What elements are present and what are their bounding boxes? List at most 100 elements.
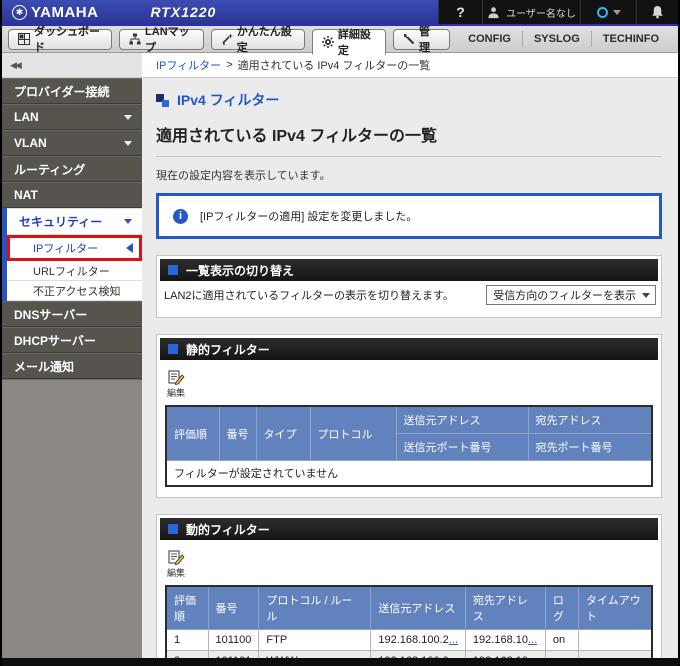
model-name: RTX1220 — [150, 4, 217, 20]
sidebar-item-dhcp-server[interactable]: DHCPサーバー — [2, 327, 142, 353]
table-row: 2 101101 WWW 192.168.100.0... 192.168.10… — [165, 650, 653, 658]
detailed-settings-label: 詳細設定 — [337, 29, 371, 57]
selected-item-pointer-icon — [126, 243, 133, 253]
dst-addr-text: 192.168.10 — [472, 634, 528, 646]
notice-text: [IPフィルターの適用] 設定を変更しました。 — [200, 211, 418, 223]
lan-map-button[interactable]: LANマップ — [119, 26, 204, 54]
notifications-button[interactable] — [636, 0, 678, 24]
chevron-down-icon — [612, 9, 621, 15]
static-filter-header: 静的フィルター — [160, 338, 658, 360]
cell-order: 2 — [165, 650, 209, 658]
user-menu[interactable]: ユーザー名なし — [482, 0, 580, 24]
dashboard-button[interactable]: ダッシュボード — [8, 26, 113, 54]
sidebar-subitem-label: IPフィルター — [33, 243, 99, 255]
bell-icon — [651, 5, 664, 19]
status-dropdown[interactable] — [580, 0, 636, 24]
filter-direction-select[interactable]: 受信方向のフィルターを表示 — [486, 285, 656, 305]
cell-log: on — [544, 629, 579, 651]
col-log: ログ — [544, 585, 579, 630]
gear-icon — [321, 36, 334, 48]
page-title-text: IPv4 フィルター — [177, 92, 280, 108]
sidebar-subitem-ip-filter-selected[interactable]: IPフィルター — [7, 235, 142, 261]
detailed-settings-tab[interactable]: 詳細設定 — [311, 29, 387, 57]
sidebar-item-label: LAN — [14, 110, 39, 124]
help-button[interactable]: ? — [438, 0, 482, 24]
sidebar-item-label: プロバイダー接続 — [14, 84, 110, 99]
sidebar-item-vlan[interactable]: VLAN — [2, 130, 142, 156]
sidebar-item-security[interactable]: セキュリティー — [7, 208, 142, 235]
col-order: 評価順 — [165, 585, 209, 630]
sidebar-subitem-label: 不正アクセス検知 — [33, 285, 121, 298]
dynamic-edit-button[interactable]: 編集 — [167, 550, 185, 579]
col-src-port: 送信元ポート番号 — [395, 433, 529, 461]
cell-order: 1 — [165, 629, 209, 651]
chevron-down-icon — [124, 140, 132, 146]
section-title: 一覧表示の切り替え — [186, 263, 295, 278]
sidebar-item-label: DHCPサーバー — [14, 333, 96, 348]
table-row: 1 101100 FTP 192.168.100.2... 192.168.10… — [165, 629, 653, 651]
sidebar-item-provider[interactable]: プロバイダー接続 — [2, 78, 142, 104]
cell-timeout — [577, 629, 653, 651]
sidebar-item-dns-server[interactable]: DNSサーバー — [2, 301, 142, 327]
static-edit-button[interactable]: 編集 — [167, 370, 185, 399]
dst-more-link[interactable]: ... — [528, 634, 537, 646]
double-left-arrow-icon: ◀◀ — [10, 59, 22, 70]
easy-setup-label: かんたん設定 — [236, 26, 292, 54]
footer-bar — [2, 658, 678, 666]
sidebar-item-label: ルーティング — [14, 162, 86, 177]
router-admin-window: ✱ YAMAHA RTX1220 ? ユーザー名なし ダッシュボード LANマッ… — [0, 0, 680, 666]
management-label: 管 理 — [419, 26, 431, 54]
src-more-link[interactable]: ... — [449, 634, 458, 646]
list-switch-section: 一覧表示の切り替え LAN2に適用されているフィルターの表示を切り替えます。 受… — [156, 255, 662, 318]
magic-wand-icon — [221, 33, 233, 45]
main-content: IPv4 フィルター 適用されている IPv4 フィルターの一覧 現在の設定内容… — [142, 78, 678, 658]
sidebar-item-nat[interactable]: NAT — [2, 182, 142, 208]
techinfo-link[interactable]: TECHINFO — [590, 31, 670, 47]
dashboard-label: ダッシュボード — [34, 26, 100, 54]
sidebar-nav: プロバイダー接続 LAN VLAN ルーティング NAT セキュリティー IPフ… — [2, 78, 142, 658]
cell-protocol: WWW — [258, 650, 372, 658]
sidebar-subitem-url-filter[interactable]: URLフィルター — [7, 261, 142, 281]
cell-src-addr: 192.168.100.2... — [370, 629, 466, 651]
col-protocol: プロトコル / ルール — [258, 585, 372, 630]
brand-name: YAMAHA — [31, 3, 99, 21]
sidebar-item-routing[interactable]: ルーティング — [2, 156, 142, 182]
sidebar-collapse-button[interactable]: ◀◀ — [2, 53, 142, 77]
page-title-squares-icon — [156, 93, 169, 107]
cell-src-addr: 192.168.100.0... — [370, 650, 466, 658]
col-number: 番号 — [218, 405, 257, 461]
config-link[interactable]: CONFIG — [457, 31, 522, 47]
list-switch-header: 一覧表示の切り替え — [160, 259, 658, 281]
dynamic-filter-header: 動的フィルター — [160, 518, 658, 540]
breadcrumb-link[interactable]: IPフィルター — [156, 57, 221, 73]
dashboard-icon — [18, 33, 30, 45]
yamaha-logo: ✱ YAMAHA — [12, 4, 98, 21]
dynamic-filter-section: 動的フィルター 編集 評価順 番号 プロトコル / ルール 送信元アドレス 宛先… — [156, 514, 662, 658]
col-order: 評価順 — [165, 405, 220, 461]
sidebar-item-lan[interactable]: LAN — [2, 104, 142, 130]
dynamic-filter-table: 評価順 番号 プロトコル / ルール 送信元アドレス 宛先アドレス ログ タイム… — [165, 585, 653, 658]
col-dst-addr: 宛先アドレス — [464, 585, 546, 630]
cell-dst-addr: 192.168.10... — [464, 650, 546, 658]
easy-setup-button[interactable]: かんたん設定 — [210, 26, 305, 54]
lan-map-label: LANマップ — [145, 26, 190, 54]
change-notice-box: i [IPフィルターの適用] 設定を変更しました。 — [156, 193, 662, 239]
divider — [156, 156, 662, 157]
page-heading: 適用されている IPv4 フィルターの一覧 — [156, 128, 438, 145]
brand-area: ✱ YAMAHA RTX1220 — [2, 0, 438, 24]
sidebar-item-label: DNSサーバー — [14, 307, 88, 322]
empty-message: フィルターが設定されていません — [165, 460, 653, 487]
toolbar-links: CONFIG SYSLOG TECHINFO — [457, 26, 670, 52]
breadcrumb-separator: > — [226, 59, 233, 71]
section-square-icon — [168, 265, 178, 275]
cell-timeout — [577, 650, 653, 658]
management-button[interactable]: 管 理 — [393, 26, 451, 54]
cell-protocol: FTP — [258, 629, 372, 651]
sidebar-item-mail-notification[interactable]: メール通知 — [2, 353, 142, 379]
sidebar-filler — [2, 379, 142, 658]
sidebar-subitem-intrusion-detection[interactable]: 不正アクセス検知 — [7, 281, 142, 301]
syslog-link[interactable]: SYSLOG — [521, 31, 591, 47]
breadcrumb: IPフィルター > 適用されている IPv4 フィルターの一覧 — [142, 53, 678, 77]
breadcrumb-current: 適用されている IPv4 フィルターの一覧 — [237, 60, 431, 72]
status-ring-icon — [596, 6, 608, 18]
